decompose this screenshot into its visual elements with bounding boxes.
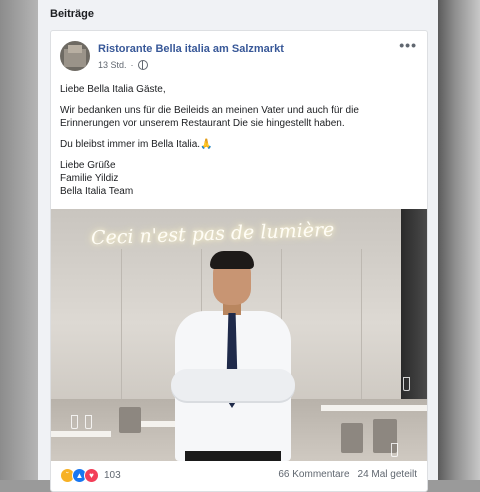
more-options-button[interactable]: •••	[399, 37, 417, 53]
person-arms	[171, 369, 295, 403]
page-name-link[interactable]: Ristorante Bella italia am Salzmarkt	[98, 43, 284, 55]
signature-line: Bella Italia Team	[60, 186, 134, 197]
signature-line: Familie Yildiz	[60, 173, 119, 184]
post-paragraph: Wir bedanken uns für die Beileids an mei…	[60, 105, 359, 129]
photo-chair	[119, 407, 141, 433]
post-meta: 13 Std. ·	[98, 60, 148, 70]
wine-glass	[403, 377, 410, 391]
wine-glass	[391, 443, 398, 457]
person-hair	[210, 251, 254, 269]
comments-count-link[interactable]: 66 Kommentare	[278, 469, 349, 480]
signature-line: Liebe Grüße	[60, 160, 116, 171]
post-card: Ristorante Bella italia am Salzmarkt 13 …	[50, 30, 428, 492]
photo-person	[163, 251, 303, 461]
avatar-building-top	[68, 45, 82, 53]
photo-chair	[341, 423, 363, 453]
post-paragraph: Liebe Bella Italia Gäste,	[60, 84, 166, 95]
shares-count-link[interactable]: 24 Mal geteilt	[358, 469, 417, 480]
person-belt	[185, 451, 281, 461]
section-title: Beiträge	[50, 8, 95, 20]
wall-panel-line	[121, 249, 122, 399]
post-stats: 66 Kommentare 24 Mal geteilt	[278, 469, 417, 480]
page-avatar[interactable]	[60, 41, 90, 71]
post-paragraph: Du bleibst immer im Bella Italia.🙏	[60, 139, 213, 150]
post-photo[interactable]: Ceci n'est pas de lumière	[51, 209, 427, 461]
background-left	[0, 0, 38, 480]
love-reaction-icon: ♥	[84, 468, 99, 483]
reaction-count: 103	[104, 470, 121, 481]
photo-table	[321, 405, 427, 411]
post-text: Liebe Bella Italia Gäste, Wir bedanken u…	[60, 83, 416, 198]
wine-glass	[71, 415, 78, 429]
background-right	[438, 0, 480, 480]
post-time[interactable]: 13 Std.	[98, 60, 127, 70]
wine-glass	[85, 415, 92, 429]
posts-panel: Beiträge Ristorante Bella italia am Salz…	[38, 0, 438, 492]
reactions-summary[interactable]: ˘ ▲ ♥ 103	[60, 468, 121, 483]
wall-panel-line	[361, 249, 362, 399]
photo-table	[51, 431, 111, 437]
globe-icon	[137, 60, 148, 70]
